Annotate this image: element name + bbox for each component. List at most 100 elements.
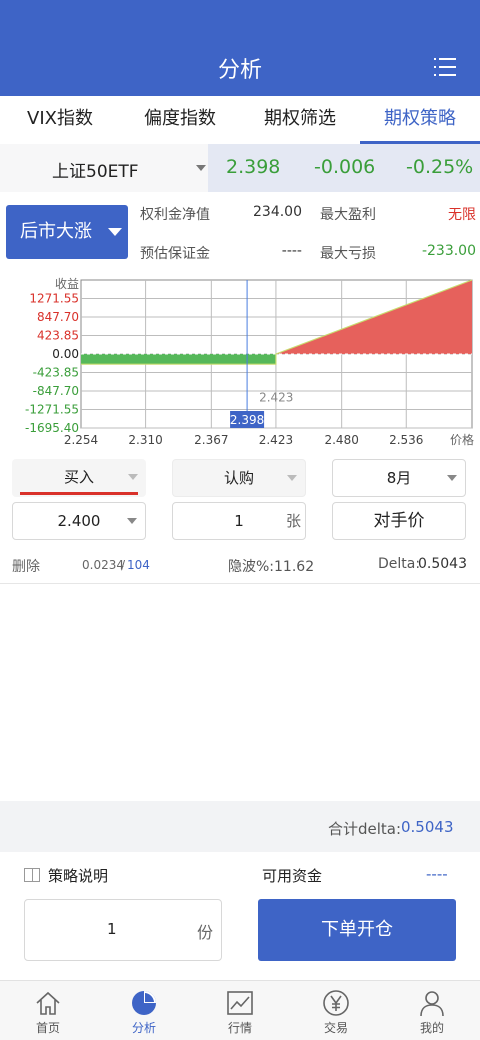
- available-funds-label: 可用资金: [262, 867, 323, 885]
- bottom-nav: 首页 分析 行情 交易 我的: [0, 980, 480, 1040]
- premium-value: 234.00: [253, 204, 302, 220]
- quote-change: -0.006: [314, 156, 376, 178]
- leg-stats-row: 删除 0.0234 / 104 隐波%:11.62 Delta: 0.5043: [0, 546, 480, 584]
- tab-bar: VIX指数 偏度指数 期权筛选 期权策略: [0, 96, 480, 144]
- x-tick-label: 2.480: [324, 433, 358, 447]
- menu-icon[interactable]: [434, 56, 456, 78]
- total-delta-row: 合计delta: 0.5043: [0, 802, 480, 850]
- caret-down-icon: [108, 228, 122, 236]
- strategy-info: 后市大涨 权利金净值 234.00 最大盈利 无限 预估保证金 ---- 最大亏…: [0, 192, 480, 268]
- delete-button[interactable]: 删除: [12, 556, 40, 576]
- leg-volume: 104: [127, 558, 150, 572]
- contract-qty-input[interactable]: 1 张: [172, 502, 306, 540]
- payoff-chart: 2.398 2.423 1271.55 847.70 423.85 0.00 -423.85…: [0, 268, 480, 456]
- side-underline: [20, 492, 138, 495]
- y-tick-label: -847.70: [33, 384, 79, 398]
- quote-values: 2.398 -0.006 -0.25%: [208, 144, 480, 192]
- legs-list-area: [0, 585, 480, 801]
- price-type-label: 对手价: [373, 511, 425, 531]
- symbol-selector[interactable]: 上证50ETF: [0, 144, 208, 192]
- nav-trade[interactable]: 交易: [288, 981, 384, 1040]
- nav-home-label: 首页: [35, 1021, 60, 1035]
- implied-vol: 隐波%:11.62: [228, 559, 315, 575]
- premium-label: 权利金净值: [140, 207, 210, 223]
- option-type-label: 认购: [223, 469, 254, 487]
- quote-price: 2.398: [226, 156, 281, 178]
- delta-label: Delta:: [378, 556, 421, 572]
- home-icon: [36, 991, 60, 1015]
- total-delta-value: 0.5043: [401, 818, 454, 836]
- tab-vix[interactable]: VIX指数: [0, 96, 120, 144]
- month-dropdown[interactable]: 8月: [332, 459, 466, 497]
- caret-down-icon: [128, 474, 138, 480]
- month-label: 8月: [386, 469, 412, 487]
- app-header: 分析: [0, 0, 480, 96]
- x-tick-label: 2.536: [389, 433, 423, 447]
- person-icon: [420, 991, 444, 1017]
- tab-option-filter[interactable]: 期权筛选: [240, 96, 360, 144]
- copies-unit: 份: [196, 923, 213, 942]
- nav-mine[interactable]: 我的: [384, 981, 480, 1040]
- leg-price: 0.0234: [82, 558, 124, 572]
- symbol-name: 上证50ETF: [52, 162, 139, 182]
- x-tick-label: 2.310: [128, 433, 162, 447]
- direction-dropdown[interactable]: 后市大涨: [6, 205, 128, 259]
- nav-trade-label: 交易: [323, 1021, 348, 1035]
- yen-icon: [323, 990, 349, 1016]
- nav-home[interactable]: 首页: [0, 981, 96, 1040]
- breakeven-label: 2.423: [259, 391, 293, 405]
- x-tick-label: 2.367: [194, 433, 228, 447]
- nav-market[interactable]: 行情: [192, 981, 288, 1040]
- strike-label: 2.400: [57, 512, 101, 530]
- quote-bar: 上证50ETF 2.398 -0.006 -0.25%: [0, 144, 480, 192]
- x-axis-title: 价格: [450, 432, 474, 447]
- nav-analysis[interactable]: 分析: [96, 981, 192, 1040]
- y-tick-label: 423.85: [37, 329, 79, 343]
- x-tick-label: 2.254: [64, 433, 98, 447]
- x-tick-label: 2.423: [259, 433, 293, 447]
- nav-analysis-label: 分析: [131, 1021, 156, 1035]
- y-tick-label: 847.70: [37, 310, 79, 324]
- price-type-button[interactable]: 对手价: [332, 502, 466, 540]
- margin-value: ----: [281, 243, 302, 259]
- book-icon: [24, 868, 40, 882]
- max-loss-value: -233.00: [421, 243, 476, 259]
- y-axis-title: 收益: [55, 277, 79, 291]
- tab-skew[interactable]: 偏度指数: [120, 96, 240, 144]
- option-type-dropdown[interactable]: 认购: [172, 459, 306, 497]
- quote-change-pct: -0.25%: [406, 156, 474, 178]
- payoff-chart-svg: 2.398 2.423 1271.55 847.70 423.85 0.00 -423.85…: [25, 277, 474, 447]
- total-delta-label: 合计delta:: [328, 820, 402, 838]
- contract-unit: 张: [285, 512, 301, 530]
- y-tick-label: 0.00: [52, 347, 79, 361]
- strategy-explain-link[interactable]: 策略说明: [48, 865, 108, 886]
- y-tick-label: -423.85: [33, 366, 79, 380]
- tab-option-strategy[interactable]: 期权策略: [360, 96, 480, 144]
- delta-value: 0.5043: [418, 556, 467, 572]
- caret-down-icon: [196, 165, 206, 171]
- side-label: 买入: [63, 468, 94, 486]
- nav-market-label: 行情: [227, 1021, 252, 1035]
- copies-value: 1: [107, 920, 117, 938]
- leg-price-sep: /: [121, 558, 126, 572]
- place-order-button[interactable]: 下单开仓: [258, 899, 456, 961]
- available-funds-value: ----: [426, 865, 448, 883]
- nav-mine-label: 我的: [419, 1021, 444, 1035]
- bottom-panel: 策略说明 可用资金 ---- 1 份 下单开仓: [0, 852, 480, 980]
- max-profit-value: 无限: [448, 207, 476, 223]
- page-title: 分析: [217, 58, 262, 83]
- max-profit-label: 最大盈利: [320, 207, 376, 223]
- caret-down-icon: [127, 518, 137, 524]
- contract-qty-value: 1: [234, 512, 244, 530]
- margin-label: 预估保证金: [140, 246, 210, 262]
- direction-label: 后市大涨: [20, 221, 92, 242]
- caret-down-icon: [447, 475, 457, 481]
- copies-input[interactable]: 1 份: [24, 899, 222, 961]
- trend-chart-icon: [227, 991, 253, 1015]
- caret-down-icon: [287, 475, 297, 481]
- y-tick-label: 1271.55: [29, 292, 79, 306]
- strike-dropdown[interactable]: 2.400: [12, 502, 146, 540]
- current-price-label: 2.398: [230, 413, 264, 427]
- max-loss-label: 最大亏损: [320, 246, 376, 262]
- pie-chart-icon: [132, 991, 156, 1015]
